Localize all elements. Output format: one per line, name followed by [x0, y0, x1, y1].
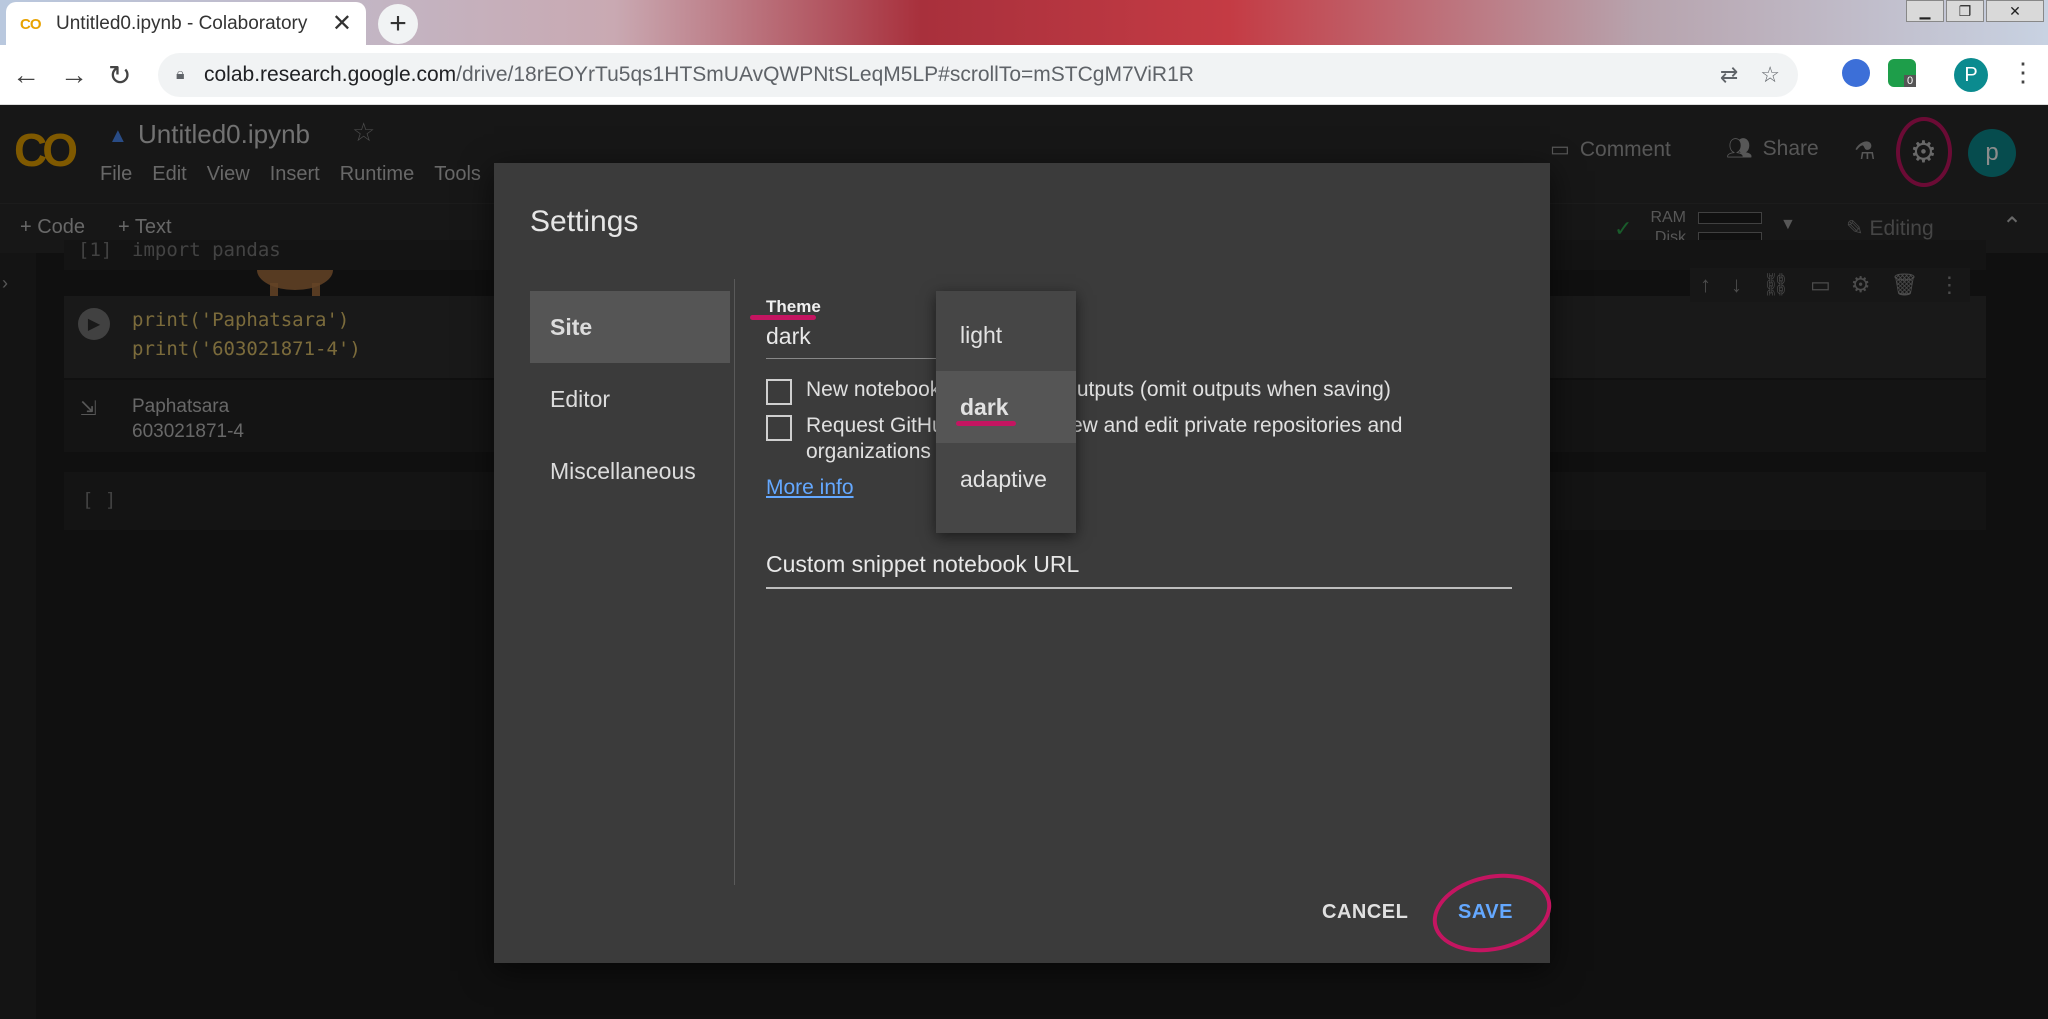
url-path: /drive/18rEOYrTu5qs1HTSmUAvQWPNtSLeqM5LP…	[456, 63, 1194, 86]
private-outputs-option[interactable]: New notebooks use private outputs (omit …	[766, 377, 1456, 405]
dialog-title: Settings	[530, 205, 639, 238]
window-controls: ▁ ❐ ✕	[1906, 0, 2044, 22]
browser-menu-icon[interactable]: ⋮	[2010, 57, 2036, 88]
back-arrow-icon[interactable]: ←	[12, 59, 40, 91]
minimize-button[interactable]: ▁	[1906, 0, 1944, 22]
github-access-label: Request GitHub access to view and edit p…	[806, 414, 1403, 463]
new-tab-button[interactable]: +	[378, 4, 418, 44]
theme-option-light[interactable]: light	[936, 299, 1076, 371]
private-outputs-checkbox[interactable]	[766, 379, 792, 405]
settings-nav-editor[interactable]: Editor	[530, 363, 730, 435]
tab-close-icon[interactable]: ✕	[332, 9, 352, 38]
extension-badge: 0	[1904, 75, 1917, 87]
annotation-underline-theme	[750, 315, 816, 320]
url-host: colab.research.google.com	[204, 63, 457, 86]
theme-label: Theme	[766, 297, 821, 316]
theme-option-dark[interactable]: dark	[936, 371, 1076, 443]
address-bar-row: ← → ↻ 🔒︎ colab.research.google.com/drive…	[0, 45, 2048, 105]
custom-snippet-url-field[interactable]: Custom snippet notebook URL	[766, 551, 1512, 589]
annotation-underline-dark	[956, 421, 1016, 426]
window-close-button[interactable]: ✕	[1986, 0, 2044, 22]
github-access-option[interactable]: Request GitHub access to view and edit p…	[766, 413, 1406, 465]
theme-option-adaptive[interactable]: adaptive	[936, 443, 1076, 515]
theme-select[interactable]: dark	[766, 323, 936, 359]
settings-nav: Site Editor Miscellaneous	[530, 291, 730, 507]
lock-icon: 🔒︎	[176, 66, 185, 83]
browser-tabstrip: CO Untitled0.ipynb - Colaboratory ✕ + ▁ …	[0, 0, 2048, 45]
forward-arrow-icon[interactable]: →	[60, 59, 88, 91]
bookmark-star-icon[interactable]: ☆	[1760, 62, 1780, 88]
settings-divider	[734, 279, 735, 885]
extension-q-icon[interactable]	[1842, 59, 1870, 87]
settings-nav-miscellaneous[interactable]: Miscellaneous	[530, 435, 730, 507]
annotation-circle-save	[1425, 863, 1559, 963]
browser-profile-avatar[interactable]: P	[1954, 58, 1988, 92]
reload-icon[interactable]: ↻	[108, 59, 131, 92]
github-access-checkbox[interactable]	[766, 415, 792, 441]
theme-dropdown-menu: light dark adaptive	[936, 291, 1076, 533]
colab-favicon-icon: CO	[20, 15, 42, 33]
maximize-button[interactable]: ❐	[1946, 0, 1984, 22]
settings-nav-site[interactable]: Site	[530, 291, 730, 363]
cancel-button[interactable]: CANCEL	[1322, 901, 1408, 924]
translate-icon[interactable]: ⇄	[1720, 62, 1738, 88]
more-info-link[interactable]: More info	[766, 476, 854, 500]
url-field[interactable]: 🔒︎ colab.research.google.com/drive/18rEO…	[158, 53, 1798, 97]
browser-tab[interactable]: CO Untitled0.ipynb - Colaboratory ✕	[6, 2, 366, 45]
private-outputs-label: New notebooks use private outputs (omit …	[806, 378, 1391, 401]
tab-title: Untitled0.ipynb - Colaboratory	[56, 12, 308, 34]
settings-dialog: Settings Site Editor Miscellaneous Theme…	[494, 163, 1559, 963]
